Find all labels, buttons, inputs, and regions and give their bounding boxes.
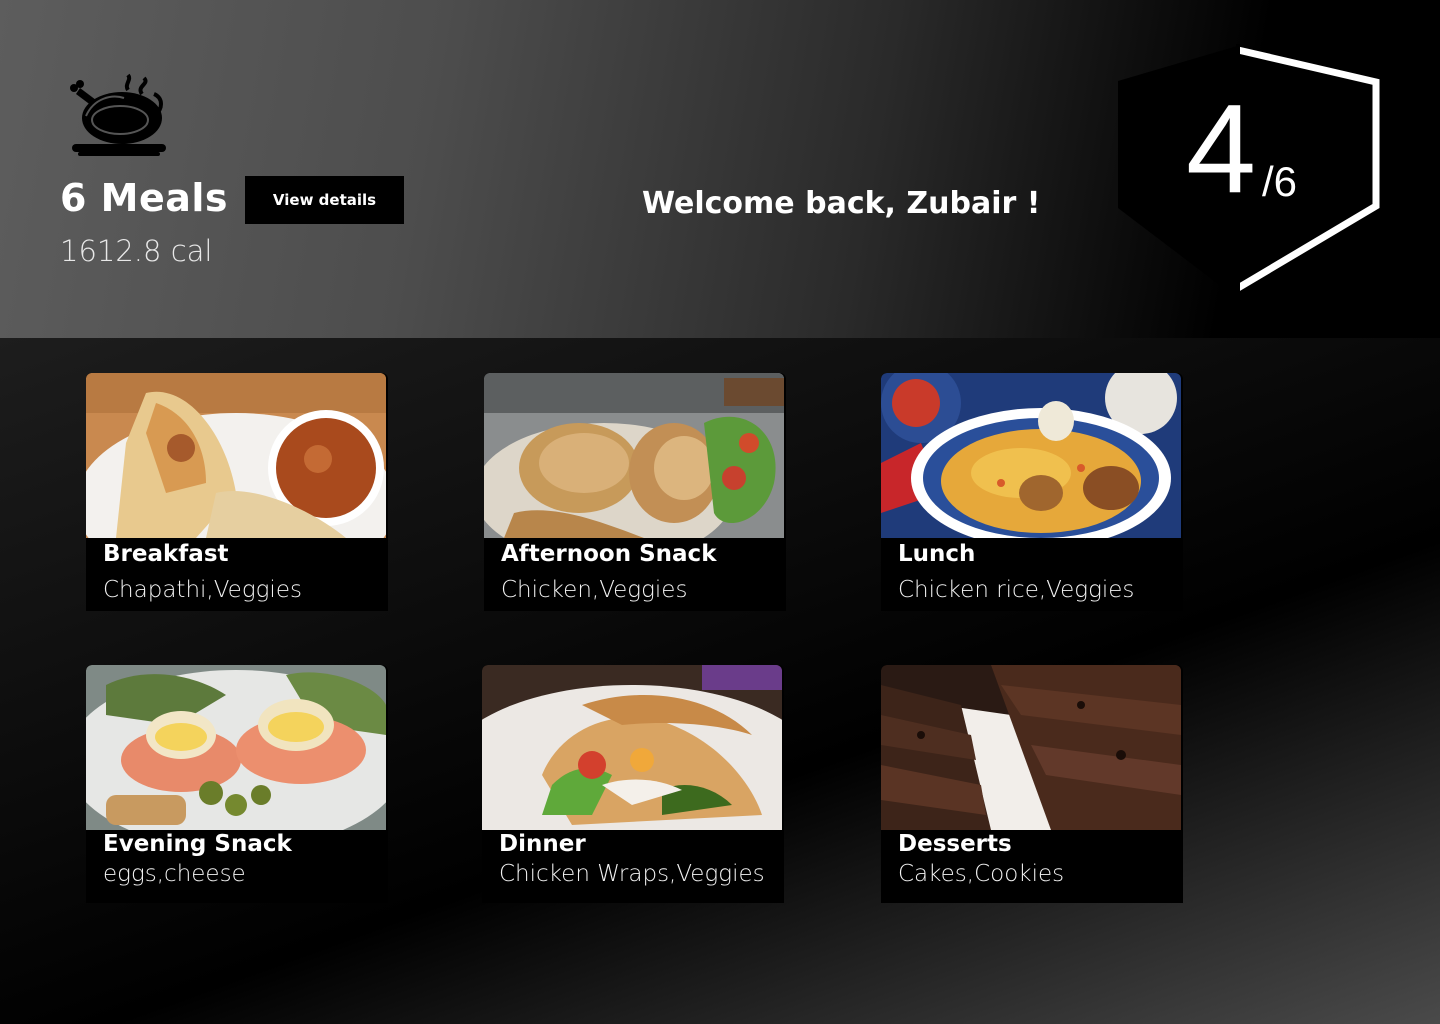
- header-banner: 6 Meals 1612.8 cal View details Welcome …: [0, 0, 1440, 338]
- meal-items: Cakes,Cookies: [898, 861, 1065, 887]
- calorie-total: 1612.8 cal: [60, 234, 213, 268]
- meal-card-lunch[interactable]: Lunch Chicken rice,Veggies: [881, 373, 1183, 611]
- wrap-with-sauce-photo: [86, 373, 386, 538]
- meal-items: eggs,cheese: [103, 861, 246, 887]
- meal-items: Chicken Wraps,Veggies: [499, 861, 765, 887]
- meal-card-afternoon-snack[interactable]: Afternoon Snack Chicken,Veggies: [484, 373, 786, 611]
- roast-chicken-photo: [484, 373, 784, 538]
- view-details-button[interactable]: View details: [245, 176, 404, 224]
- meal-card-breakfast[interactable]: Breakfast Chapathi,Veggies: [86, 373, 388, 611]
- brownie-cake-photo: [881, 665, 1181, 830]
- chicken-wrap-photo: [482, 665, 782, 830]
- chicken-rice-plate-photo: [881, 373, 1181, 538]
- meals-count: 6 Meals: [60, 176, 229, 220]
- meal-items: Chapathi,Veggies: [103, 577, 302, 603]
- meal-items: Chicken rice,Veggies: [898, 577, 1135, 603]
- progress-current: 4: [1186, 78, 1257, 219]
- meal-title: Breakfast: [103, 541, 229, 567]
- meal-title: Afternoon Snack: [501, 541, 717, 567]
- meal-items: Chicken,Veggies: [501, 577, 688, 603]
- meal-card-dinner[interactable]: Dinner Chicken Wraps,Veggies: [482, 665, 784, 903]
- meal-title: Lunch: [898, 541, 976, 567]
- roast-chicken-icon: [66, 68, 170, 160]
- eggs-benedict-photo: [86, 665, 386, 830]
- welcome-message: Welcome back, Zubair !: [642, 186, 1041, 221]
- meal-title: Desserts: [898, 831, 1012, 857]
- progress-total: /6: [1262, 158, 1298, 205]
- meal-title: Evening Snack: [103, 831, 292, 857]
- meal-card-evening-snack[interactable]: Evening Snack eggs,cheese: [86, 665, 388, 903]
- meal-title: Dinner: [499, 831, 586, 857]
- meal-card-desserts[interactable]: Desserts Cakes,Cookies: [881, 665, 1183, 903]
